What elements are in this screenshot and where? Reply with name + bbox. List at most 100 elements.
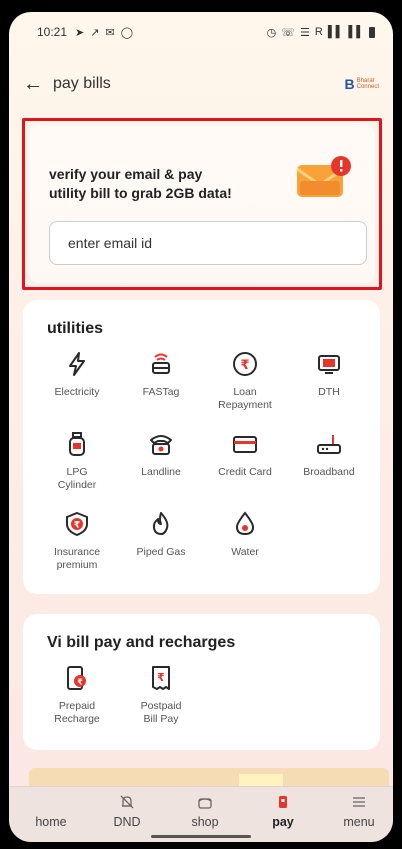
battery-icon xyxy=(369,26,375,38)
utility-dth[interactable]: DTH xyxy=(287,350,371,399)
vi-label: Postpaid Bill Pay xyxy=(119,700,203,726)
vi-label-line1: Prepaid xyxy=(58,700,96,712)
utility-landline[interactable]: Landline xyxy=(119,430,203,479)
status-right-icons: ◷ ☏ ☰ R ▌▌ ▌▌ xyxy=(267,26,375,39)
bharat-connect-mark-icon: B xyxy=(344,76,355,92)
utility-broadband[interactable]: Broadband xyxy=(287,430,371,479)
email-input[interactable] xyxy=(49,221,367,265)
vi-label: Prepaid Recharge xyxy=(35,700,119,726)
app-header: ← pay bills B Bharat Connect xyxy=(9,64,393,104)
vi-prepaid-recharge[interactable]: ₹ Prepaid Recharge xyxy=(35,664,119,726)
signal-icon: ▌▌ xyxy=(327,26,344,38)
utility-label-line1: Insurance xyxy=(53,546,101,558)
utility-label: Insurance premium xyxy=(35,546,119,572)
svg-text:₹: ₹ xyxy=(157,671,165,684)
rupee-coin-icon: ₹ xyxy=(233,352,257,376)
gesture-bar xyxy=(151,835,251,838)
phone-screen: 10:21 ➤ ↗ ✉ ◯ ◷ ☏ ☰ R ▌▌ ▌▌ ← pay bills … xyxy=(9,12,393,842)
flame-icon xyxy=(152,512,169,535)
wifi-icon: ☰ xyxy=(299,26,310,39)
roaming-label: R xyxy=(314,26,323,38)
utility-label: Credit Card xyxy=(218,466,272,478)
status-left-icons: ➤ ↗ ✉ ◯ xyxy=(75,26,133,39)
bharat-connect-logo: B Bharat Connect xyxy=(345,76,379,92)
svg-text:₹: ₹ xyxy=(240,358,249,373)
missed-call-icon: ↗ xyxy=(90,26,100,39)
svg-text:₹: ₹ xyxy=(74,521,80,531)
utility-label: Loan Repayment xyxy=(203,386,287,412)
utility-insurance-premium[interactable]: ₹ Insurance premium xyxy=(35,510,119,572)
page-title: pay bills xyxy=(53,75,111,92)
utility-label: DTH xyxy=(318,386,340,398)
lightning-icon xyxy=(69,352,85,376)
bottom-nav: home DND shop pay menu xyxy=(9,786,393,842)
utility-label-line2: Cylinder xyxy=(57,479,97,491)
nav-dnd[interactable]: DND xyxy=(89,793,165,829)
credit-card-icon xyxy=(233,436,257,453)
vi-bill-pay-card: Vi bill pay and recharges ₹ Prepaid Rech… xyxy=(23,614,380,750)
utility-fastag[interactable]: FASTag xyxy=(119,350,203,399)
postpaid-bill-icon: ₹ xyxy=(152,666,170,690)
message-icon: ✉ xyxy=(105,26,115,39)
gas-cylinder-icon xyxy=(69,432,85,456)
fastag-icon xyxy=(152,353,170,374)
status-bar: 10:21 ➤ ↗ ✉ ◯ ◷ ☏ ☰ R ▌▌ ▌▌ xyxy=(9,12,393,52)
signal-icon-2: ▌▌ xyxy=(348,26,364,38)
utility-label: LPG Cylinder xyxy=(35,466,119,492)
nav-home-label: home xyxy=(35,815,67,829)
nav-pay[interactable]: pay xyxy=(245,793,321,829)
utility-label: Electricity xyxy=(54,386,100,398)
brand-bottom: Connect xyxy=(356,84,379,90)
utility-label-line1: LPG xyxy=(66,466,88,478)
back-arrow-icon[interactable]: ← xyxy=(23,73,49,96)
utility-credit-card[interactable]: Credit Card xyxy=(203,430,287,479)
bell-off-icon xyxy=(120,795,134,809)
telephone-icon xyxy=(150,435,172,455)
send-icon: ➤ xyxy=(75,26,85,39)
utility-lpg-cylinder[interactable]: LPG Cylinder xyxy=(35,430,119,492)
utility-label-line2: premium xyxy=(56,559,98,571)
svg-text:₹: ₹ xyxy=(77,678,83,687)
brand-text: Bharat Connect xyxy=(357,78,379,90)
vi-heading: Vi bill pay and recharges xyxy=(47,634,236,651)
email-card-highlight: verify your email & pay utility bill to … xyxy=(22,118,382,290)
nav-shop[interactable]: shop xyxy=(167,793,243,829)
email-offer-line2: utility bill to grab 2GB data! xyxy=(49,185,232,201)
shop-icon xyxy=(198,798,212,809)
utility-label: Broadband xyxy=(303,466,355,478)
alarm-icon: ◷ xyxy=(266,26,277,39)
home-icon xyxy=(42,793,60,811)
email-verify-card: verify your email & pay utility bill to … xyxy=(29,125,375,283)
utilities-heading: utilities xyxy=(47,320,104,337)
shield-icon: ◯ xyxy=(120,26,133,39)
utilities-card: utilities Electricity FASTag ₹ Loan Repa… xyxy=(23,300,380,594)
nav-shop-label: shop xyxy=(191,815,219,829)
utility-piped-gas[interactable]: Piped Gas xyxy=(119,510,203,559)
utility-label-line1: Loan xyxy=(233,386,257,398)
water-drop-icon xyxy=(235,511,255,536)
utility-label-line2: Repayment xyxy=(218,399,272,411)
insurance-shield-icon: ₹ xyxy=(66,511,88,537)
utility-label: FASTag xyxy=(142,386,180,398)
vi-label-line1: Postpaid xyxy=(140,700,182,712)
router-icon xyxy=(317,435,341,454)
nav-home[interactable]: home xyxy=(13,793,89,829)
pay-icon xyxy=(279,796,287,808)
nav-menu-label: menu xyxy=(343,815,375,829)
utility-label: Water xyxy=(231,546,259,558)
vi-postpaid-bill-pay[interactable]: ₹ Postpaid Bill Pay xyxy=(119,664,203,726)
nav-menu[interactable]: menu xyxy=(321,793,393,829)
prepaid-recharge-icon: ₹ xyxy=(67,666,86,690)
nav-dnd-label: DND xyxy=(113,815,141,829)
utility-water[interactable]: Water xyxy=(203,510,287,559)
vi-label-line2: Bill Pay xyxy=(143,713,179,725)
utility-electricity[interactable]: Electricity xyxy=(35,350,119,399)
menu-icon xyxy=(353,797,365,807)
nav-pay-label: pay xyxy=(272,815,294,829)
email-offer-line1: verify your email & pay xyxy=(49,166,203,182)
utility-loan-repayment[interactable]: ₹ Loan Repayment xyxy=(203,350,287,412)
utility-label: Piped Gas xyxy=(136,546,186,558)
email-offer-message: verify your email & pay utility bill to … xyxy=(49,165,269,203)
status-time: 10:21 xyxy=(37,25,68,39)
envelope-alert-icon xyxy=(296,156,351,197)
